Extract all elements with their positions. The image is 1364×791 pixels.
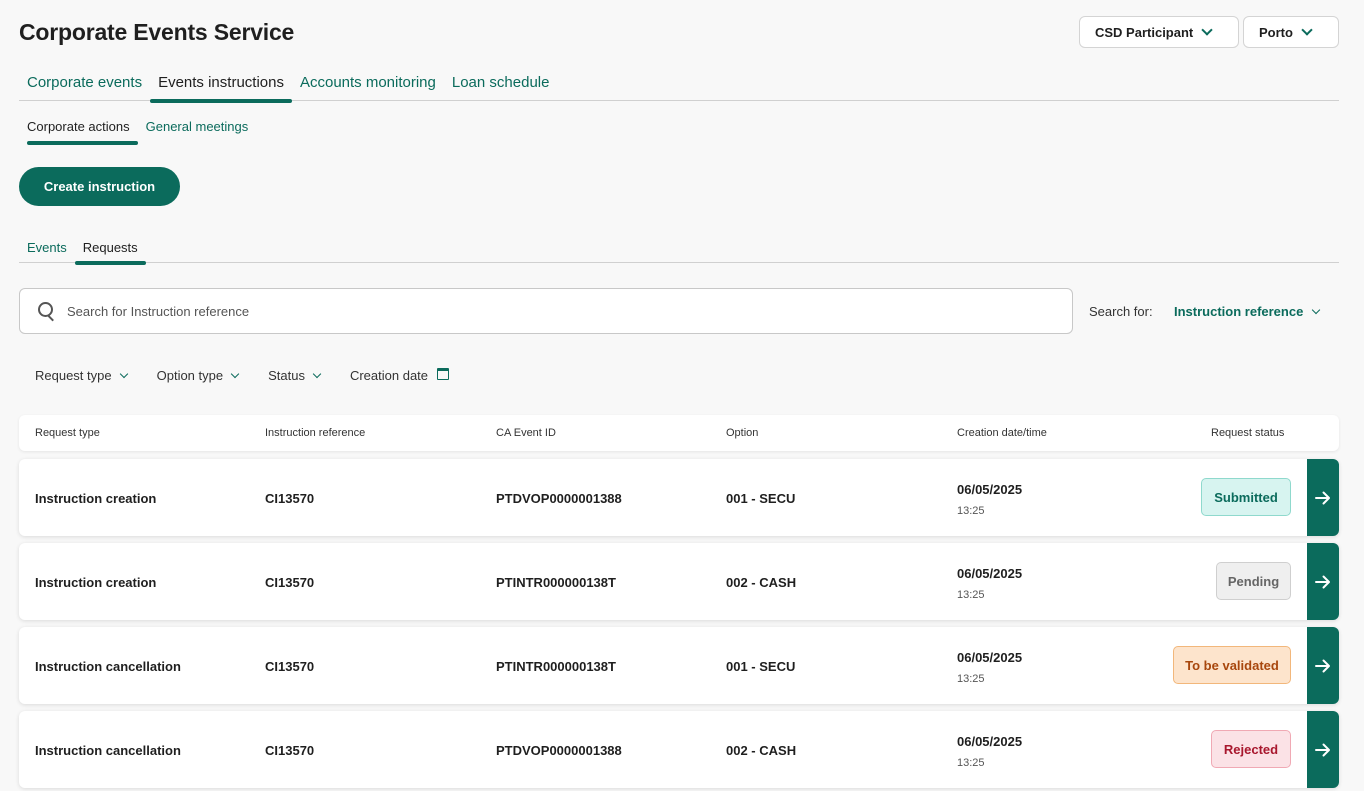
instruction-reference-cell: CI13570	[265, 659, 315, 674]
tab-events[interactable]: Events	[19, 236, 75, 262]
filter-status[interactable]: Status	[268, 368, 322, 383]
search-for-value: Instruction reference	[1174, 304, 1304, 319]
request-type-cell: Instruction cancellation	[35, 659, 181, 674]
sub-tabs: Corporate actions General meetings	[19, 114, 257, 145]
ca-event-id-cell: PTINTR000000138T	[496, 575, 616, 590]
open-row-button[interactable]	[1307, 627, 1339, 704]
filter-label: Option type	[156, 368, 224, 383]
creation-time: 13:25	[957, 757, 985, 769]
arrow-right-icon	[1315, 659, 1330, 672]
search-for-label: Search for:	[1089, 304, 1153, 319]
table-row[interactable]: Instruction cancellation CI13570 PTINTR0…	[19, 627, 1339, 704]
filter-label: Status	[268, 368, 305, 383]
filter-option-type[interactable]: Option type	[156, 368, 240, 383]
status-badge: Pending	[1216, 562, 1291, 600]
tab-corporate-actions[interactable]: Corporate actions	[19, 114, 138, 145]
page-title: Corporate Events Service	[19, 19, 295, 45]
tab-requests[interactable]: Requests	[74, 236, 146, 265]
arrow-right-icon	[1315, 491, 1330, 504]
option-cell: 001 - SECU	[726, 659, 796, 674]
arrow-right-icon	[1315, 575, 1330, 588]
option-cell: 002 - CASH	[726, 575, 797, 590]
creation-time: 13:25	[957, 589, 985, 601]
open-row-button[interactable]	[1307, 711, 1339, 788]
creation-time: 13:25	[957, 505, 985, 517]
tab-general-meetings[interactable]: General meetings	[138, 114, 257, 142]
filter-bar: Request type Option type Status Creation…	[35, 367, 479, 383]
filter-creation-date[interactable]: Creation date	[349, 367, 450, 383]
ca-event-id-cell: PTDVOP0000001388	[496, 491, 622, 506]
chevron-down-icon	[312, 369, 322, 379]
ca-event-id-cell: PTDVOP0000001388	[496, 743, 622, 758]
instruction-reference-cell: CI13570	[265, 491, 315, 506]
status-badge: Submitted	[1201, 478, 1291, 516]
option-cell: 002 - CASH	[726, 743, 797, 758]
chevron-down-icon	[1301, 24, 1313, 36]
tab-accounts-monitoring[interactable]: Accounts monitoring	[292, 64, 444, 100]
column-header[interactable]: Request type	[35, 427, 100, 439]
creation-date: 06/05/2025	[957, 650, 1023, 665]
instruction-reference-cell: CI13570	[265, 743, 315, 758]
table-row[interactable]: Instruction creation CI13570 PTDVOP00000…	[19, 459, 1339, 536]
column-header[interactable]: Instruction reference	[265, 427, 365, 439]
tab-loan-schedule[interactable]: Loan schedule	[444, 64, 558, 100]
column-header[interactable]: Request status	[1211, 427, 1284, 439]
creation-date: 06/05/2025	[957, 734, 1023, 749]
create-instruction-button[interactable]: Create instruction	[19, 167, 180, 206]
chevron-down-icon	[230, 369, 240, 379]
request-type-cell: Instruction creation	[35, 575, 157, 590]
location-selector[interactable]: Porto	[1243, 16, 1339, 48]
column-header[interactable]: CA Event ID	[496, 427, 556, 439]
calendar-icon	[437, 367, 450, 380]
role-selector-label: CSD Participant	[1095, 24, 1194, 40]
filter-request-type[interactable]: Request type	[35, 368, 128, 383]
open-row-button[interactable]	[1307, 459, 1339, 536]
instruction-reference-cell: CI13570	[265, 575, 315, 590]
location-selector-label: Porto	[1259, 24, 1293, 40]
request-type-cell: Instruction creation	[35, 491, 157, 506]
filter-label: Request type	[35, 368, 112, 383]
chevron-down-icon	[1312, 305, 1321, 315]
search-for-dropdown[interactable]: Instruction reference	[1174, 304, 1321, 319]
creation-time: 13:25	[957, 673, 985, 685]
view-tabs: Events Requests	[19, 236, 1339, 265]
ca-event-id-cell: PTINTR000000138T	[496, 659, 616, 674]
chevron-down-icon	[119, 369, 128, 379]
arrow-right-icon	[1315, 743, 1330, 756]
creation-date: 06/05/2025	[957, 482, 1023, 497]
open-row-button[interactable]	[1307, 543, 1339, 620]
request-type-cell: Instruction cancellation	[35, 743, 181, 758]
option-cell: 001 - SECU	[726, 491, 796, 506]
search-input[interactable]	[67, 303, 967, 319]
search-icon	[37, 301, 57, 321]
table-header: Request type Instruction reference CA Ev…	[19, 415, 1339, 451]
search-box[interactable]	[19, 288, 1073, 334]
tab-events-instructions[interactable]: Events instructions	[150, 64, 292, 103]
column-header[interactable]: Creation date/time	[957, 427, 1047, 439]
column-header[interactable]: Option	[726, 427, 758, 439]
creation-date: 06/05/2025	[957, 566, 1023, 581]
chevron-down-icon	[1201, 24, 1213, 36]
status-badge: Rejected	[1211, 730, 1291, 768]
filter-label: Creation date	[349, 368, 429, 383]
main-tabs: Corporate events Events instructions Acc…	[19, 64, 1339, 103]
table-row[interactable]: Instruction creation CI13570 PTINTR00000…	[19, 543, 1339, 620]
status-badge: To be validated	[1173, 646, 1291, 684]
role-selector[interactable]: CSD Participant	[1079, 16, 1239, 48]
tab-corporate-events[interactable]: Corporate events	[19, 64, 150, 100]
table-row[interactable]: Instruction cancellation CI13570 PTDVOP0…	[19, 711, 1339, 788]
